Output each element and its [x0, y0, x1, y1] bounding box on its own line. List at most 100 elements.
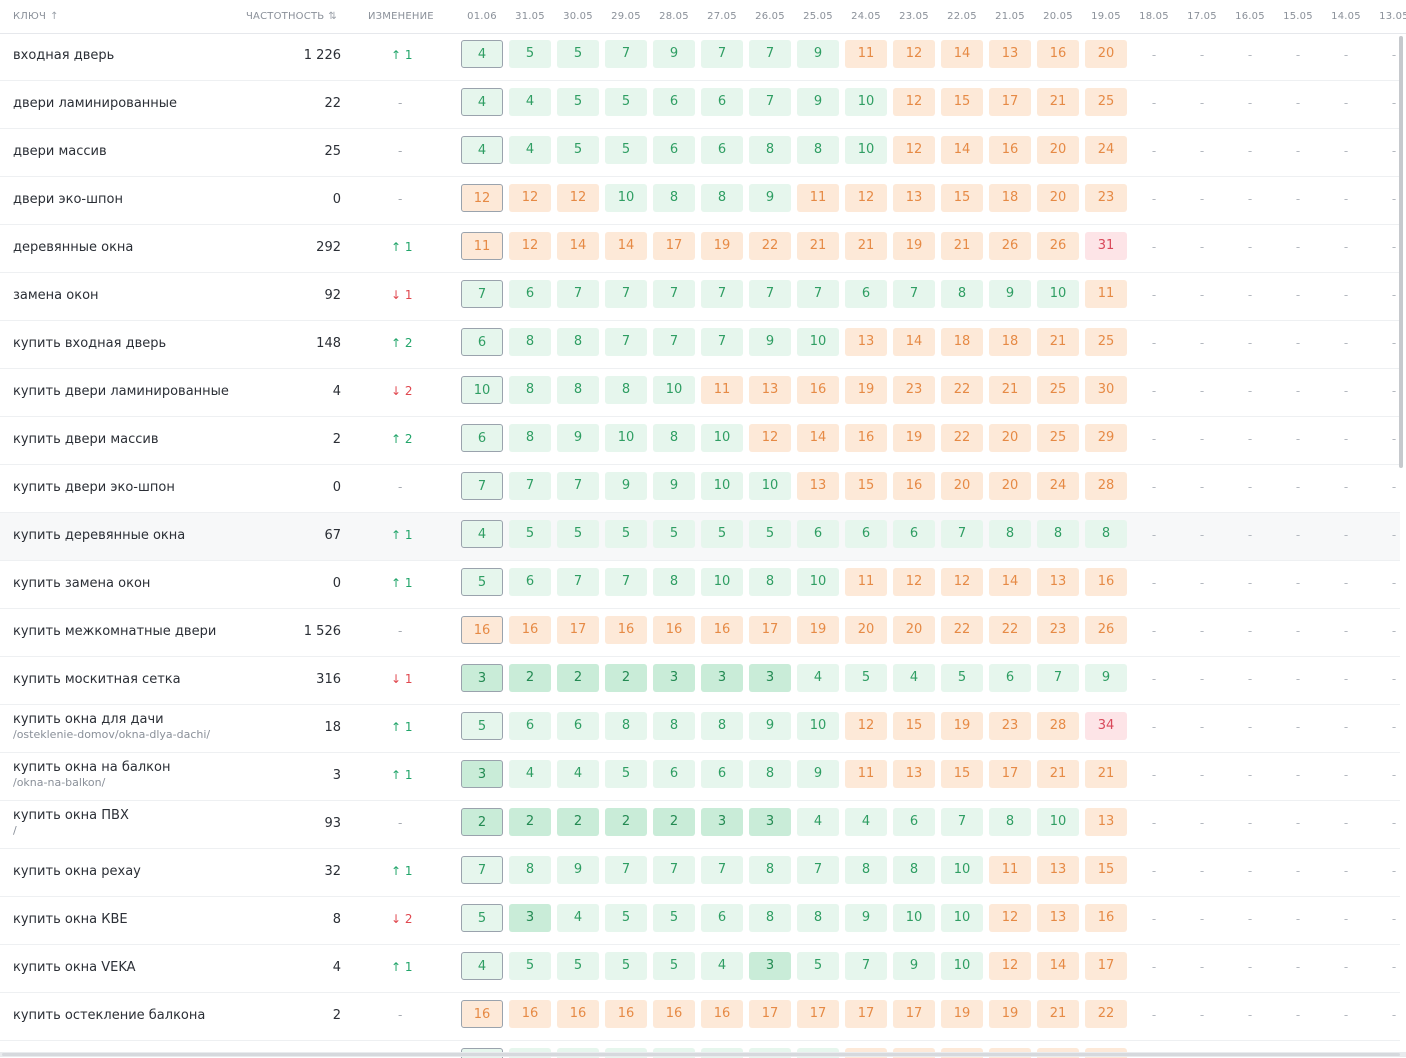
position-cell[interactable]: 12 — [893, 568, 935, 596]
table-row[interactable]: купить окна рехау 32 ↑ 1 7 8 9 7 7 7 8 7 8 8 10 11 13 15… — [0, 849, 1400, 897]
position-cell[interactable]: 13 — [1037, 904, 1079, 932]
position-cell[interactable]: 23 — [989, 712, 1031, 740]
position-cell[interactable]: 2 — [461, 808, 503, 836]
table-row[interactable]: купить остекление балкона 2-16 16 16 16 16 16 1… — [0, 993, 1400, 1041]
position-cell[interactable]: 11 — [845, 568, 887, 596]
position-cell[interactable]: 19 — [893, 232, 935, 260]
position-cell[interactable]: 9 — [989, 280, 1031, 308]
position-cell[interactable]: 6 — [653, 760, 695, 788]
position-cell[interactable]: 11 — [845, 760, 887, 788]
position-cell[interactable]: 7 — [797, 856, 839, 884]
position-cell[interactable]: 8 — [1037, 520, 1079, 548]
keyword-url[interactable]: / — [13, 824, 129, 837]
position-cell[interactable]: 16 — [605, 616, 647, 644]
position-cell[interactable]: 3 — [749, 808, 791, 836]
table-row[interactable]: купить окна КВЕ 8 ↓ 2 5 3 4 5 5 6 8 8 9 10 10 12 13 16- -… — [0, 897, 1400, 945]
position-cell[interactable]: 2 — [509, 808, 551, 836]
position-cell[interactable]: 3 — [749, 664, 791, 692]
position-cell[interactable]: 8 — [797, 904, 839, 932]
position-cell[interactable]: 18 — [989, 184, 1031, 212]
position-cell[interactable]: 7 — [701, 40, 743, 68]
position-cell[interactable]: 3 — [509, 904, 551, 932]
position-cell[interactable]: 6 — [893, 520, 935, 548]
column-header-date[interactable]: 16.05 — [1229, 0, 1271, 33]
position-cell[interactable]: 16 — [509, 616, 551, 644]
position-cell[interactable]: 15 — [941, 88, 983, 116]
position-cell[interactable]: 8 — [845, 856, 887, 884]
position-cell[interactable]: 24 — [1085, 136, 1127, 164]
position-cell[interactable]: 4 — [845, 808, 887, 836]
position-cell[interactable]: 20 — [1037, 184, 1079, 212]
table-row[interactable]: купить двери ламинированные 4 ↓ 2 10 8 8 8 10 11… — [0, 369, 1400, 417]
position-cell[interactable]: 13 — [845, 328, 887, 356]
position-cell[interactable]: 5 — [509, 520, 551, 548]
column-header-date[interactable]: 28.05 — [653, 0, 695, 33]
position-cell[interactable]: 22 — [941, 424, 983, 452]
position-cell[interactable]: 4 — [461, 520, 503, 548]
position-cell[interactable]: 7 — [605, 568, 647, 596]
position-cell[interactable]: 13 — [797, 472, 839, 500]
position-cell[interactable]: 10 — [701, 568, 743, 596]
position-cell[interactable]: 4 — [461, 88, 503, 116]
position-cell[interactable]: 17 — [653, 232, 695, 260]
position-cell[interactable]: 26 — [1085, 616, 1127, 644]
position-cell[interactable]: 12 — [893, 88, 935, 116]
position-cell[interactable]: 22 — [749, 232, 791, 260]
column-header-frequency[interactable]: ЧАСТОТНОСТЬ ⇅ — [246, 0, 337, 33]
position-cell[interactable]: 10 — [845, 88, 887, 116]
position-cell[interactable]: 4 — [461, 136, 503, 164]
position-cell[interactable]: 29 — [1085, 424, 1127, 452]
position-cell[interactable]: 21 — [1037, 1000, 1079, 1028]
position-cell[interactable]: 4 — [701, 952, 743, 980]
column-header-date[interactable]: 15.05 — [1277, 0, 1319, 33]
position-cell[interactable]: 8 — [749, 568, 791, 596]
position-cell[interactable]: 3 — [701, 664, 743, 692]
position-cell[interactable]: 16 — [557, 1000, 599, 1028]
position-cell[interactable]: 18 — [989, 328, 1031, 356]
position-cell[interactable]: 9 — [893, 952, 935, 980]
position-cell[interactable]: 5 — [605, 904, 647, 932]
position-cell[interactable]: 21 — [1037, 328, 1079, 356]
position-cell[interactable]: 4 — [509, 88, 551, 116]
position-cell[interactable]: 8 — [701, 712, 743, 740]
position-cell[interactable]: 8 — [893, 856, 935, 884]
table-row[interactable]: купить двери массив 2 ↑ 2 6 8 9 10 8 10 12 14 16 19 2… — [0, 417, 1400, 465]
column-header-date[interactable]: 19.05 — [1085, 0, 1127, 33]
position-cell[interactable]: 30 — [1085, 376, 1127, 404]
position-cell[interactable]: 19 — [989, 1000, 1031, 1028]
column-header-date[interactable]: 14.05 — [1325, 0, 1367, 33]
position-cell[interactable]: 8 — [989, 520, 1031, 548]
position-cell[interactable]: 10 — [461, 376, 503, 404]
position-cell[interactable]: 17 — [893, 1000, 935, 1028]
position-cell[interactable]: 21 — [845, 232, 887, 260]
position-cell[interactable]: 7 — [605, 328, 647, 356]
position-cell[interactable]: 16 — [1085, 568, 1127, 596]
position-cell[interactable]: 15 — [845, 472, 887, 500]
position-cell[interactable]: 5 — [797, 952, 839, 980]
position-cell[interactable]: 7 — [653, 856, 695, 884]
position-cell[interactable]: 6 — [461, 424, 503, 452]
position-cell[interactable]: 5 — [605, 88, 647, 116]
position-cell[interactable]: 8 — [509, 856, 551, 884]
position-cell[interactable]: 15 — [893, 712, 935, 740]
position-cell[interactable]: 9 — [653, 40, 695, 68]
position-cell[interactable]: 8 — [509, 376, 551, 404]
column-header-date[interactable]: 29.05 — [605, 0, 647, 33]
position-cell[interactable]: 2 — [605, 664, 647, 692]
position-cell[interactable]: 7 — [701, 856, 743, 884]
position-cell[interactable]: 16 — [845, 424, 887, 452]
position-cell[interactable]: 11 — [845, 40, 887, 68]
column-header-date[interactable]: 01.06 — [461, 0, 503, 33]
column-header-date[interactable]: 13.05 — [1373, 0, 1406, 33]
position-cell[interactable]: 12 — [989, 952, 1031, 980]
position-cell[interactable]: 6 — [845, 520, 887, 548]
table-row[interactable]: замена окон 92 ↓ 1 7 6 7 7 7 7 7 7 6 7 8 9 10 11- - - - - - — [0, 273, 1400, 321]
column-header-date[interactable]: 27.05 — [701, 0, 743, 33]
position-cell[interactable]: 5 — [461, 712, 503, 740]
table-row[interactable]: двери массив 25-4 4 5 5 6 6 8 8 10 12 14 16 20 24- - - - -… — [0, 129, 1400, 177]
position-cell[interactable]: 11 — [797, 184, 839, 212]
position-cell[interactable]: 17 — [749, 1000, 791, 1028]
table-row[interactable]: двери ламинированные 22-4 4 5 5 6 6 7 9 10 12 15 17 2… — [0, 81, 1400, 129]
position-cell[interactable]: 5 — [509, 952, 551, 980]
position-cell[interactable]: 28 — [1037, 712, 1079, 740]
